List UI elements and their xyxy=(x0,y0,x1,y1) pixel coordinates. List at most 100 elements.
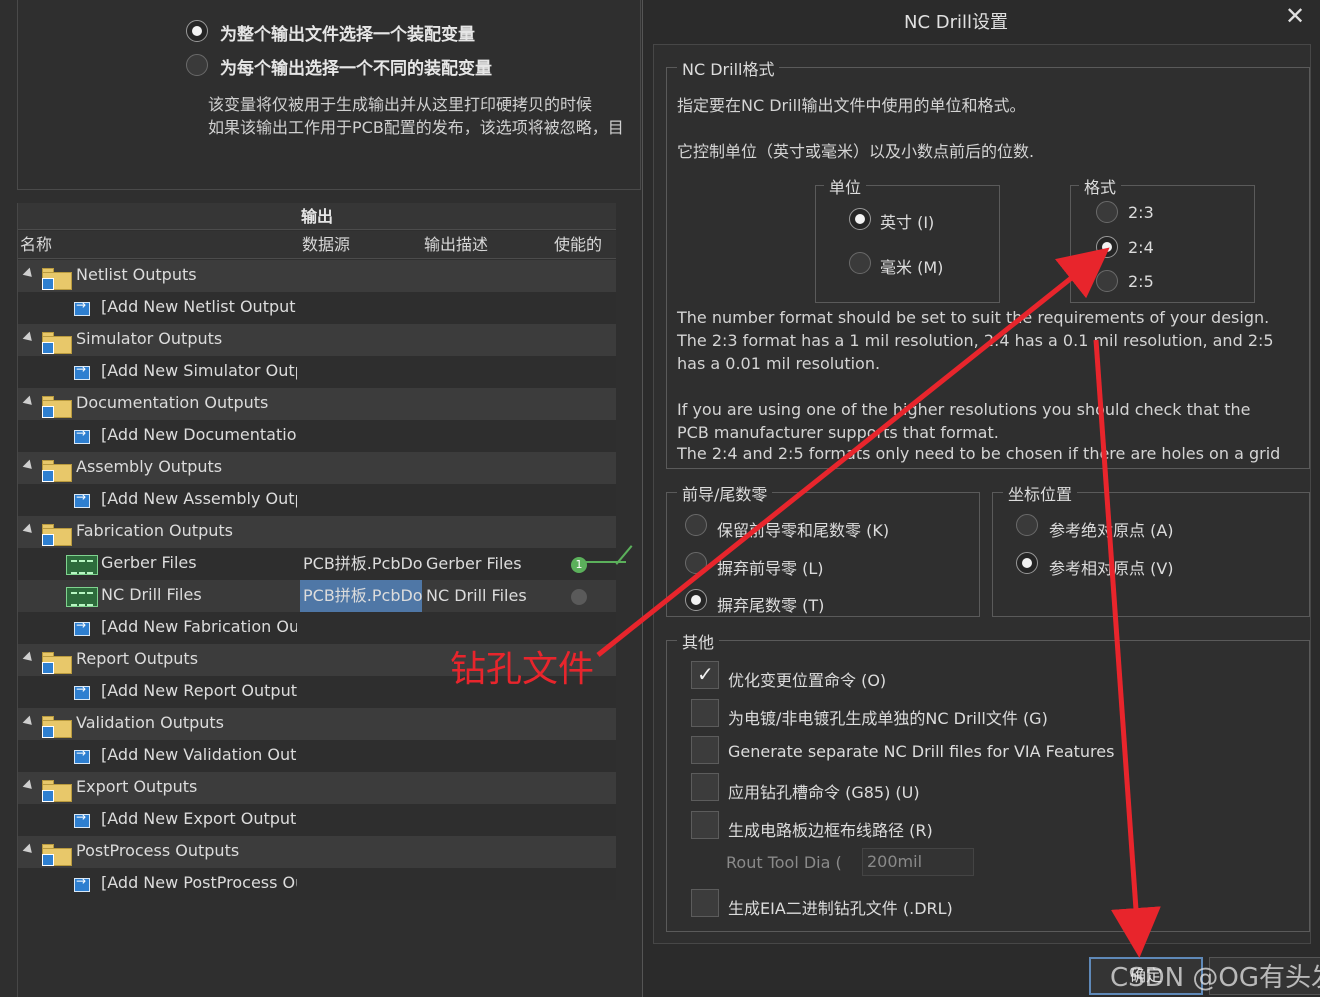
coord-absolute-label: 参考绝对原点 (A) xyxy=(1049,521,1174,540)
expand-triangle-icon[interactable] xyxy=(22,331,36,345)
coord-group-label: 坐标位置 xyxy=(1003,481,1078,505)
format-25-radio[interactable] xyxy=(1096,270,1118,292)
opt-eia-binary-checkbox[interactable] xyxy=(691,889,719,917)
category-row[interactable]: Fabrication Outputs xyxy=(18,516,616,548)
expand-triangle-icon[interactable] xyxy=(22,267,36,281)
expand-triangle-icon[interactable] xyxy=(22,459,36,473)
add-output-icon xyxy=(74,810,90,828)
opt-separate-plated-label: 为电镀/非电镀孔生成单独的NC Drill文件 (G) xyxy=(728,709,1048,728)
category-label: Netlist Outputs xyxy=(76,265,197,284)
zeros-suppress-leading-label: 摒弃前导零 (L) xyxy=(717,559,824,578)
output-item-description: NC Drill Files xyxy=(426,586,527,605)
expand-triangle-icon[interactable] xyxy=(22,843,36,857)
expand-triangle-icon[interactable] xyxy=(22,395,36,409)
disabled-indicator-icon[interactable] xyxy=(571,589,587,605)
col-enabled[interactable]: 使能的 xyxy=(554,231,602,259)
expand-triangle-icon[interactable] xyxy=(22,523,36,537)
variant-each-radio[interactable] xyxy=(186,54,208,76)
opt-g85-checkbox[interactable] xyxy=(691,773,719,801)
folder-icon xyxy=(42,524,74,546)
unit-inch-label: 英寸 (I) xyxy=(880,213,935,232)
units-group-label: 单位 xyxy=(824,174,867,198)
add-output-label: [Add New Assembly Outpu xyxy=(101,489,297,508)
unit-inch-radio[interactable] xyxy=(849,208,871,230)
zeros-keep-label: 保留前导零和尾数零 (K) xyxy=(717,521,890,540)
opt-board-edge-checkbox[interactable] xyxy=(691,811,719,839)
variant-each-label: 为每个输出选择一个不同的装配变量 xyxy=(220,59,492,79)
category-row[interactable]: Export Outputs xyxy=(18,772,616,804)
expand-triangle-icon[interactable] xyxy=(22,651,36,665)
format-desc-2: 它控制单位（英寸或毫米）以及小数点前后的位数. xyxy=(677,142,1035,161)
format-info-2: If you are using one of the higher resol… xyxy=(677,400,1251,442)
opt-via-features-checkbox[interactable] xyxy=(691,736,719,764)
add-output-icon xyxy=(74,682,90,700)
category-row[interactable]: Simulator Outputs xyxy=(18,324,616,356)
category-row[interactable]: Documentation Outputs xyxy=(18,388,616,420)
add-output-row[interactable]: [Add New Export Output] xyxy=(18,804,616,836)
unit-mm-label: 毫米 (M) xyxy=(880,258,944,277)
format-25-label: 2:5 xyxy=(1128,272,1154,291)
rout-tool-label: Rout Tool Dia ( xyxy=(726,853,842,872)
add-output-row[interactable]: [Add New Assembly Outpu xyxy=(18,484,616,516)
category-label: PostProcess Outputs xyxy=(76,841,240,860)
format-23-radio[interactable] xyxy=(1096,201,1118,223)
pcb-board-icon xyxy=(66,587,98,607)
format-24-radio[interactable] xyxy=(1096,236,1118,258)
unit-mm-radio[interactable] xyxy=(849,252,871,274)
rout-tool-dia-input[interactable]: 200mil xyxy=(862,848,974,876)
format-24-label: 2:4 xyxy=(1128,238,1154,257)
col-description[interactable]: 输出描述 xyxy=(424,231,488,259)
zeros-suppress-leading-radio[interactable] xyxy=(685,552,707,574)
outputs-tree: 输出 名称 数据源 输出描述 使能的 Netlist Outputs [Add N… xyxy=(17,203,616,997)
column-headers: 名称 数据源 输出描述 使能的 xyxy=(18,231,616,259)
other-group: 其他 优化变更位置命令 (O) 为电镀/非电镀孔生成单独的NC Drill文件 … xyxy=(666,629,1310,932)
add-output-row[interactable]: [Add New Validation Outp xyxy=(18,740,616,772)
format-subgroup: 格式 2:3 2:4 2:5 xyxy=(1070,174,1255,303)
opt-separate-plated-checkbox[interactable] xyxy=(691,699,719,727)
variant-options-box: 为整个输出文件选择一个装配变量 为每个输出选择一个不同的装配变量 该变量将仅被用… xyxy=(17,0,641,190)
add-output-row[interactable]: [Add New Simulator Outp xyxy=(18,356,616,388)
category-label: Simulator Outputs xyxy=(76,329,223,348)
variant-whole-radio[interactable] xyxy=(186,20,208,42)
variant-note-2: 如果该输出工作用于PCB配置的发布，该选项将被忽略，目 xyxy=(208,118,624,137)
enabled-indicator-icon[interactable]: 1 xyxy=(571,557,587,573)
zeros-suppress-trailing-radio[interactable] xyxy=(685,589,707,611)
dialog-body: NC Drill格式 指定要在NC Drill输出文件中使用的单位和格式。 它控… xyxy=(653,44,1311,944)
opt-board-edge-label: 生成电路板边框布线路径 (R) xyxy=(728,821,933,840)
category-label: Documentation Outputs xyxy=(76,393,269,412)
folder-icon xyxy=(42,844,74,866)
add-output-label: [Add New PostProcess Ou xyxy=(101,873,297,892)
output-item-source[interactable]: PCB拼板.PcbDo xyxy=(300,580,422,612)
col-name[interactable]: 名称 xyxy=(20,231,52,259)
opt-optimize-checkbox[interactable] xyxy=(691,661,719,689)
other-group-label: 其他 xyxy=(677,629,720,653)
coord-absolute-radio[interactable] xyxy=(1016,514,1038,536)
pcb-board-icon xyxy=(66,555,98,575)
format-info-3: The 2:4 and 2:5 formats only need to be … xyxy=(677,444,1281,463)
nc-drill-dialog: NC Drill设置 ✕ NC Drill格式 指定要在NC Drill输出文件… xyxy=(642,0,1320,997)
output-item-source[interactable]: PCB拼板.PcbDo xyxy=(300,548,422,580)
folder-icon xyxy=(42,716,74,738)
category-row[interactable]: Netlist Outputs xyxy=(18,260,616,292)
category-row[interactable]: Assembly Outputs xyxy=(18,452,616,484)
coord-relative-radio[interactable] xyxy=(1016,552,1038,574)
category-row[interactable]: PostProcess Outputs xyxy=(18,836,616,868)
col-source[interactable]: 数据源 xyxy=(302,231,350,259)
close-icon[interactable]: ✕ xyxy=(1285,2,1305,30)
add-output-icon xyxy=(74,746,90,764)
add-output-label: [Add New Fabrication Out xyxy=(101,617,297,636)
expand-triangle-icon[interactable] xyxy=(22,779,36,793)
add-output-row[interactable]: [Add New Documentation xyxy=(18,420,616,452)
add-output-icon xyxy=(74,490,90,508)
category-row[interactable]: Validation Outputs xyxy=(18,708,616,740)
add-output-row[interactable]: [Add New PostProcess Ou xyxy=(18,868,616,900)
output-item-row[interactable]: Gerber Files PCB拼板.PcbDo Gerber Files 1 xyxy=(18,548,616,580)
add-output-row[interactable]: [Add New Netlist Output] xyxy=(18,292,616,324)
expand-triangle-icon[interactable] xyxy=(22,715,36,729)
opt-eia-binary-label: 生成EIA二进制钻孔文件 (.DRL) xyxy=(728,899,953,918)
coord-group: 坐标位置 参考绝对原点 (A) 参考相对原点 (V) xyxy=(992,481,1310,617)
output-item-row[interactable]: NC Drill Files PCB拼板.PcbDo NC Drill Files xyxy=(18,580,616,612)
output-job-panel: 为整个输出文件选择一个装配变量 为每个输出选择一个不同的装配变量 该变量将仅被用… xyxy=(0,0,642,997)
zeros-keep-radio[interactable] xyxy=(685,514,707,536)
folder-icon xyxy=(42,652,74,674)
